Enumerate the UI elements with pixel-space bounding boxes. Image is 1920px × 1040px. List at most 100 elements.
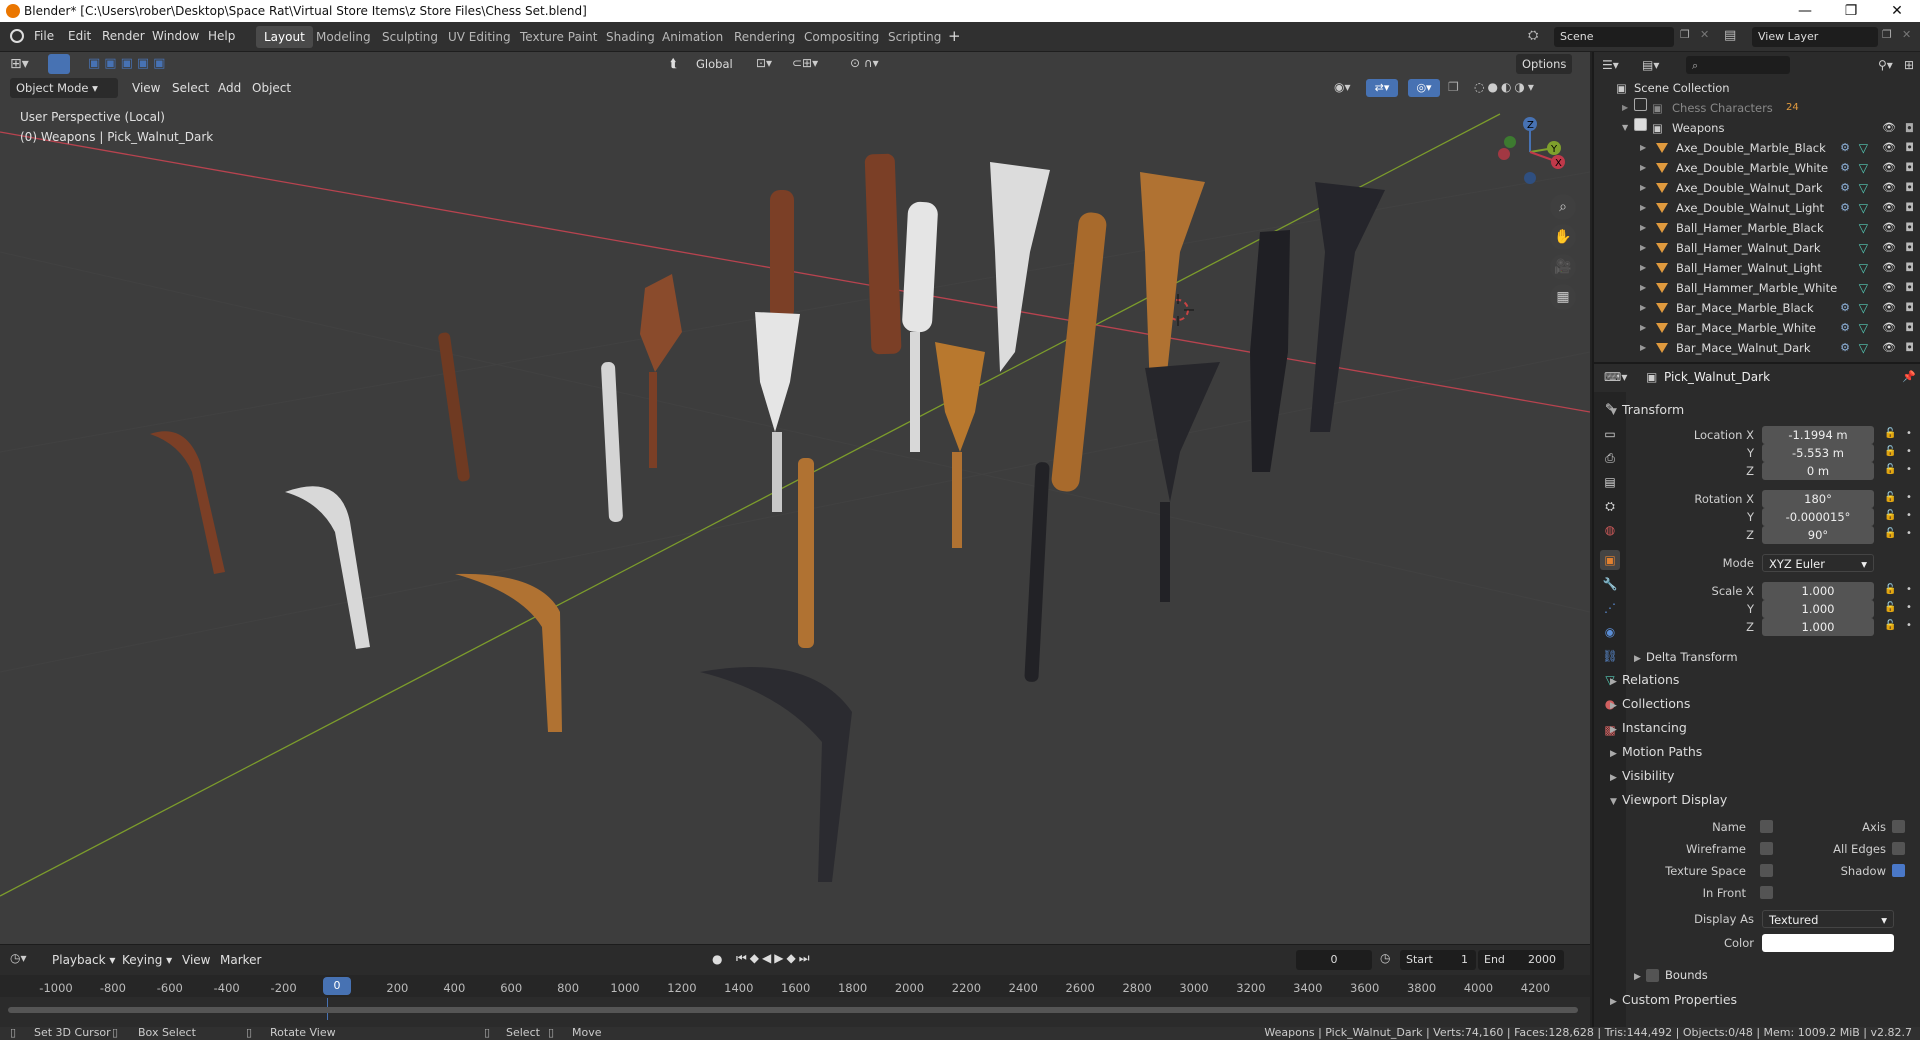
view-layer-tab-icon[interactable]: ▤ [1600, 472, 1620, 492]
keyframe-dot-icon[interactable]: • [1906, 464, 1912, 475]
overlay-toggle-icon[interactable]: ◎▾ [1408, 79, 1440, 97]
lock-icon[interactable]: 🔓 [1884, 528, 1896, 539]
record-icon[interactable]: ● [712, 952, 722, 966]
expand-arrow-icon[interactable]: ▶ [1640, 238, 1646, 258]
eye-icon[interactable]: 👁 [1882, 118, 1896, 138]
modifier-icon[interactable]: ⚙ [1840, 298, 1850, 318]
tab-layout[interactable]: Layout [256, 26, 313, 48]
eye-icon[interactable]: 👁 [1882, 138, 1896, 158]
minimize-button[interactable]: — [1782, 0, 1828, 22]
outliner-object-row[interactable]: ▶ Ball_Hamer_Walnut_Light ▽ 👁 ◘ [1594, 258, 1920, 278]
blender-menu-icon[interactable] [10, 29, 24, 43]
outliner-object-row[interactable]: ▶ Axe_Double_Marble_Black ⚙ ▽ 👁 ◘ [1594, 138, 1920, 158]
lock-icon[interactable]: 🔓 [1884, 428, 1896, 439]
tab-uv-editing[interactable]: UV Editing [440, 26, 519, 48]
scale-z-field[interactable]: 1.000 [1762, 618, 1874, 636]
menu-window[interactable]: Window [152, 29, 199, 43]
keyframe-dot-icon[interactable]: • [1906, 428, 1912, 439]
eye-icon[interactable]: 👁 [1882, 278, 1896, 298]
menu-edit[interactable]: Edit [68, 29, 91, 43]
mesh-data-icon[interactable]: ▽ [1859, 278, 1868, 298]
camera-icon[interactable]: ◘ [1905, 298, 1914, 318]
shading-mode-icons[interactable]: ◌●◐◑▾ [1474, 80, 1537, 94]
menu-render[interactable]: Render [102, 29, 145, 43]
eye-icon[interactable]: 👁 [1882, 258, 1896, 278]
camera-icon[interactable]: ◘ [1905, 238, 1914, 258]
eye-icon[interactable]: 👁 [1882, 198, 1896, 218]
keyframe-dot-icon[interactable]: • [1906, 602, 1912, 613]
pan-hand-icon[interactable]: ✋ [1550, 224, 1576, 250]
timeline-menu-playback[interactable]: Playback ▾ [52, 953, 115, 967]
expand-arrow-icon[interactable]: ▶ [1640, 338, 1646, 358]
modifier-icon[interactable]: ⚙ [1840, 178, 1850, 198]
current-frame-field[interactable]: 0 [1296, 950, 1372, 970]
pin-icon[interactable]: 📌 [1902, 370, 1916, 383]
start-frame-field[interactable]: Start 1 [1400, 950, 1476, 970]
viewport-scene[interactable] [0, 52, 1590, 944]
shadow-checkbox[interactable] [1892, 864, 1905, 877]
motion-paths-header[interactable]: ▶ Motion Paths [1610, 744, 1702, 759]
viewport-menu-select[interactable]: Select [172, 81, 209, 95]
select-tool-icon[interactable] [48, 54, 70, 74]
keyframe-dot-icon[interactable]: • [1906, 492, 1912, 503]
mesh-data-icon[interactable]: ▽ [1859, 258, 1868, 278]
timeline-menu-marker[interactable]: Marker [220, 953, 261, 967]
scale-x-field[interactable]: 1.000 [1762, 582, 1874, 600]
output-tab-icon[interactable]: ⎙ [1600, 448, 1620, 468]
camera-icon[interactable]: ◘ [1905, 118, 1914, 138]
expand-arrow-icon[interactable]: ▶ [1640, 278, 1646, 298]
visibility-header[interactable]: ▶ Visibility [1610, 768, 1674, 783]
properties-editor-icon[interactable]: ⌨▾ [1604, 370, 1627, 384]
mesh-data-icon[interactable]: ▽ [1859, 298, 1868, 318]
viewport-menu-add[interactable]: Add [218, 81, 241, 95]
outliner-editor-icon[interactable]: ☰▾ [1602, 58, 1619, 72]
selection-mode-icons[interactable]: ▣▣▣▣▣ [88, 56, 169, 71]
display-mode-icon[interactable]: ▤▾ [1642, 58, 1659, 72]
bounds-checkbox[interactable] [1646, 969, 1659, 982]
rotation-x-field[interactable]: 180° [1762, 490, 1874, 508]
camera-icon[interactable]: ◘ [1905, 138, 1914, 158]
eye-icon[interactable]: 👁 [1882, 338, 1896, 358]
camera-icon[interactable]: ◘ [1905, 178, 1914, 198]
expand-arrow-icon[interactable]: ▶ [1640, 178, 1646, 198]
mesh-data-icon[interactable]: ▽ [1859, 218, 1868, 238]
3d-viewport[interactable]: ⊞▾ ▣▣▣▣▣ ⮬ Global ⊡▾ ⊂⊞▾ ⊙ ∩▾ Options Ob… [0, 52, 1590, 944]
outliner-object-row[interactable]: ▶ Axe_Double_Walnut_Dark ⚙ ▽ 👁 ◘ [1594, 178, 1920, 198]
viewport-display-header[interactable]: ▼ Viewport Display [1610, 792, 1727, 807]
eye-icon[interactable]: 👁 [1882, 158, 1896, 178]
eye-icon[interactable]: 👁 [1882, 298, 1896, 318]
view-layer-selector[interactable]: View Layer [1752, 27, 1878, 47]
expand-arrow-icon[interactable]: ▶ [1640, 138, 1646, 158]
outliner-object-row[interactable]: ▶ Ball_Hamer_Marble_Black ▽ 👁 ◘ [1594, 218, 1920, 238]
location-x-field[interactable]: -1.1994 m [1762, 426, 1874, 444]
menu-help[interactable]: Help [208, 29, 235, 43]
modifier-tab-icon[interactable]: 🔧 [1600, 574, 1620, 594]
gizmo-toggle-icon[interactable]: ⇄▾ [1366, 79, 1398, 97]
eye-icon[interactable]: 👁 [1882, 238, 1896, 258]
proportional-edit-icon[interactable]: ⊙ ∩▾ [850, 56, 879, 70]
mesh-data-icon[interactable]: ▽ [1859, 238, 1868, 258]
visibility-icon[interactable]: ◉▾ [1334, 80, 1351, 94]
lock-icon[interactable]: 🔓 [1884, 620, 1896, 631]
collection-checkbox[interactable] [1634, 118, 1647, 131]
modifier-icon[interactable]: ⚙ [1840, 158, 1850, 178]
tab-scripting[interactable]: Scripting [880, 26, 949, 48]
relations-header[interactable]: ▶ Relations [1610, 672, 1679, 687]
modifier-icon[interactable]: ⚙ [1840, 338, 1850, 358]
modifier-icon[interactable]: ⚙ [1840, 318, 1850, 338]
mesh-data-icon[interactable]: ▽ [1859, 158, 1868, 178]
constraints-tab-icon[interactable]: ⛓ [1600, 646, 1620, 666]
scale-y-field[interactable]: 1.000 [1762, 600, 1874, 618]
bounds-row[interactable]: ▶ Bounds [1634, 968, 1708, 982]
rotation-mode-dropdown[interactable]: XYZ Euler ▾ [1762, 554, 1874, 572]
location-z-field[interactable]: 0 m [1762, 462, 1874, 480]
camera-icon[interactable]: ◘ [1905, 338, 1914, 358]
outliner-object-row[interactable]: ▶ Ball_Hammer_Marble_White ▽ 👁 ◘ [1594, 278, 1920, 298]
camera-icon[interactable]: ◘ [1905, 258, 1914, 278]
timeline-scrollbar[interactable] [8, 1007, 1578, 1013]
viewport-menu-object[interactable]: Object [252, 81, 291, 95]
options-dropdown[interactable]: Options [1516, 54, 1573, 74]
particles-tab-icon[interactable]: ⋰ [1600, 598, 1620, 618]
delete-scene-icon[interactable]: ✕ [1700, 28, 1709, 41]
mesh-data-icon[interactable]: ▽ [1859, 178, 1868, 198]
